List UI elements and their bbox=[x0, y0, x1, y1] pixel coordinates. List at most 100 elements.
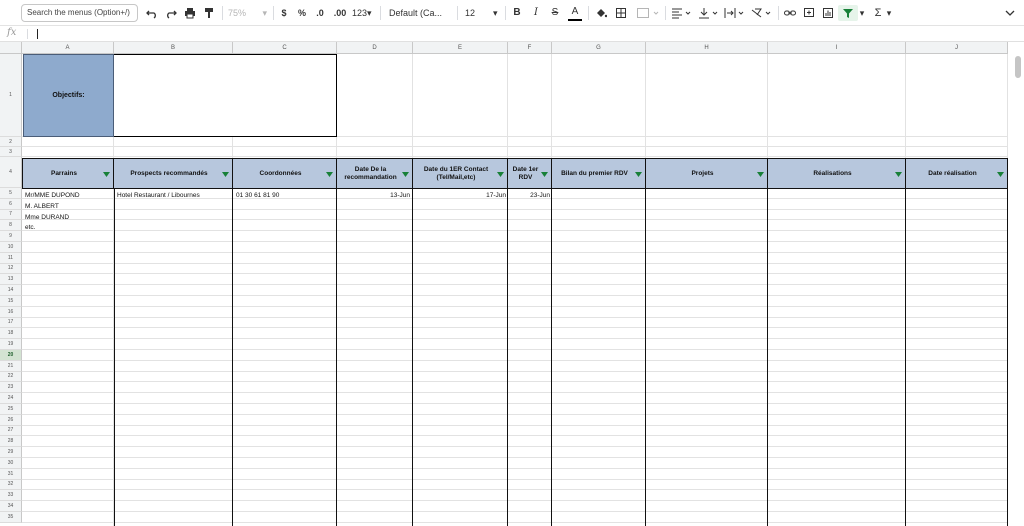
cell-a8[interactable]: etc. bbox=[25, 223, 35, 233]
collapse-menus-icon[interactable] bbox=[1004, 5, 1016, 21]
row-header-28[interactable]: 28 bbox=[0, 436, 22, 448]
header-bilan[interactable]: Bilan du premier RDV bbox=[552, 158, 646, 189]
font-size-select[interactable]: 12 ▾ bbox=[465, 5, 501, 21]
row-header-22[interactable]: 22 bbox=[0, 371, 22, 383]
row-header-8[interactable]: 8 bbox=[0, 220, 22, 232]
column-header-b[interactable]: B bbox=[114, 42, 233, 54]
header-date-premier-rdv[interactable]: Date 1er RDV bbox=[508, 158, 552, 189]
row-header-3[interactable]: 3 bbox=[0, 147, 22, 157]
header-realisations[interactable]: Réalisations bbox=[768, 158, 906, 189]
row-header-27[interactable]: 27 bbox=[0, 425, 22, 437]
text-rotation-icon[interactable] bbox=[751, 5, 773, 21]
cell-a6[interactable]: M. ALBERT bbox=[25, 202, 59, 212]
row-header-16[interactable]: 16 bbox=[0, 306, 22, 318]
column-header-e[interactable]: E bbox=[413, 42, 508, 54]
header-date-recommandation[interactable]: Date De la recommandation bbox=[337, 158, 413, 189]
row-header-6[interactable]: 6 bbox=[0, 198, 22, 210]
merge-cells-icon[interactable] bbox=[636, 5, 660, 21]
cell-f5[interactable]: 23-Jun bbox=[509, 191, 550, 201]
redo-icon[interactable] bbox=[165, 5, 177, 21]
formula-input[interactable] bbox=[37, 29, 38, 39]
cell-e5[interactable]: 17-Jun bbox=[414, 191, 506, 201]
text-wrap-icon[interactable] bbox=[724, 5, 746, 21]
strikethrough-button[interactable]: S bbox=[549, 5, 561, 21]
row-header-20[interactable]: 20 bbox=[0, 350, 22, 361]
column-header-a[interactable]: A bbox=[22, 42, 114, 54]
row-header-13[interactable]: 13 bbox=[0, 274, 22, 286]
row-header-1[interactable]: 1 bbox=[0, 54, 22, 137]
row-header-35[interactable]: 35 bbox=[0, 512, 22, 523]
row-header-14[interactable]: 14 bbox=[0, 285, 22, 296]
paint-format-icon[interactable] bbox=[203, 5, 215, 21]
row-header-11[interactable]: 11 bbox=[0, 252, 22, 264]
functions-dropdown-icon[interactable]: ▾ bbox=[885, 5, 893, 21]
row-header-26[interactable]: 26 bbox=[0, 414, 22, 426]
number-format-select[interactable]: 123▾ bbox=[352, 5, 374, 21]
column-header-i[interactable]: I bbox=[768, 42, 906, 54]
row-header-5[interactable]: 5 bbox=[0, 188, 22, 199]
cell-a5[interactable]: Mr/MME DUPOND bbox=[25, 191, 80, 201]
insert-link-icon[interactable] bbox=[784, 5, 796, 21]
sheet-grid[interactable]: A B C D E F G H I J 1 2 3 4 5 6 7 8 9 10 11 12 13 14 1… bbox=[0, 42, 1024, 526]
row-header-2[interactable]: 2 bbox=[0, 137, 22, 147]
undo-icon[interactable] bbox=[146, 5, 158, 21]
row-header-7[interactable]: 7 bbox=[0, 209, 22, 221]
percent-format-button[interactable]: % bbox=[297, 5, 307, 21]
objectifs-input-area[interactable] bbox=[114, 54, 337, 137]
column-header-d[interactable]: D bbox=[337, 42, 413, 54]
filter-icon[interactable] bbox=[838, 5, 858, 21]
font-family-select[interactable]: Default (Ca... ▾ bbox=[389, 5, 451, 34]
cell-a7[interactable]: Mme DURAND bbox=[25, 213, 69, 223]
column-header-h[interactable]: H bbox=[646, 42, 768, 54]
increase-decimal-button[interactable]: .00 bbox=[332, 5, 348, 21]
insert-chart-icon[interactable] bbox=[822, 5, 834, 21]
cell-c5[interactable]: 01 30 61 81 90 bbox=[236, 191, 279, 201]
align-horizontal-icon[interactable] bbox=[671, 5, 693, 21]
header-date-premier-contact[interactable]: Date du 1ER Contact (Tel/Mail,etc) bbox=[413, 158, 508, 189]
column-header-f[interactable]: F bbox=[508, 42, 552, 54]
currency-format-button[interactable]: $ bbox=[279, 5, 289, 21]
zoom-select[interactable]: 75% ▾ bbox=[228, 5, 268, 21]
insert-comment-icon[interactable] bbox=[803, 5, 815, 21]
row-header-31[interactable]: 31 bbox=[0, 468, 22, 480]
row-header-17[interactable]: 17 bbox=[0, 317, 22, 329]
row-header-18[interactable]: 18 bbox=[0, 328, 22, 340]
row-header-30[interactable]: 30 bbox=[0, 458, 22, 469]
menu-search-input[interactable]: Search the menus (Option+/) bbox=[21, 4, 138, 22]
row-header-4[interactable]: 4 bbox=[0, 157, 22, 188]
row-header-32[interactable]: 32 bbox=[0, 479, 22, 491]
row-header-34[interactable]: 34 bbox=[0, 501, 22, 512]
text-color-button[interactable]: A bbox=[568, 5, 582, 21]
fill-color-icon[interactable] bbox=[595, 5, 607, 21]
header-date-realisation[interactable]: Date réalisation bbox=[906, 158, 1008, 189]
row-header-19[interactable]: 19 bbox=[0, 339, 22, 350]
row-header-33[interactable]: 33 bbox=[0, 490, 22, 502]
italic-button[interactable]: I bbox=[530, 5, 542, 21]
borders-icon[interactable] bbox=[615, 5, 627, 21]
header-projets[interactable]: Projets bbox=[646, 158, 768, 189]
filter-views-dropdown-icon[interactable]: ▾ bbox=[858, 5, 866, 21]
bold-button[interactable]: B bbox=[511, 5, 523, 21]
row-header-12[interactable]: 12 bbox=[0, 263, 22, 275]
header-prospects[interactable]: Prospects recommandés bbox=[114, 158, 233, 189]
select-all-corner[interactable] bbox=[0, 42, 22, 54]
cell-b5[interactable]: Hotel Restaurant / Libournes bbox=[117, 191, 200, 201]
column-header-c[interactable]: C bbox=[233, 42, 337, 54]
vertical-scrollbar[interactable] bbox=[1015, 56, 1021, 78]
functions-button[interactable]: Σ bbox=[871, 5, 885, 21]
header-parrains[interactable]: Parrains bbox=[22, 158, 114, 189]
row-header-29[interactable]: 29 bbox=[0, 447, 22, 458]
header-coordonnees[interactable]: Coordonnées bbox=[233, 158, 337, 189]
row-header-15[interactable]: 15 bbox=[0, 296, 22, 307]
decrease-decimal-button[interactable]: .0 bbox=[313, 5, 327, 21]
row-header-21[interactable]: 21 bbox=[0, 360, 22, 372]
row-header-10[interactable]: 10 bbox=[0, 242, 22, 253]
print-icon[interactable] bbox=[184, 5, 196, 21]
row-header-23[interactable]: 23 bbox=[0, 382, 22, 394]
align-vertical-icon[interactable] bbox=[698, 5, 720, 21]
column-header-j[interactable]: J bbox=[906, 42, 1008, 54]
column-header-g[interactable]: G bbox=[552, 42, 646, 54]
cell-d5[interactable]: 13-Jun bbox=[338, 191, 410, 201]
row-header-9[interactable]: 9 bbox=[0, 231, 22, 242]
row-header-24[interactable]: 24 bbox=[0, 393, 22, 404]
